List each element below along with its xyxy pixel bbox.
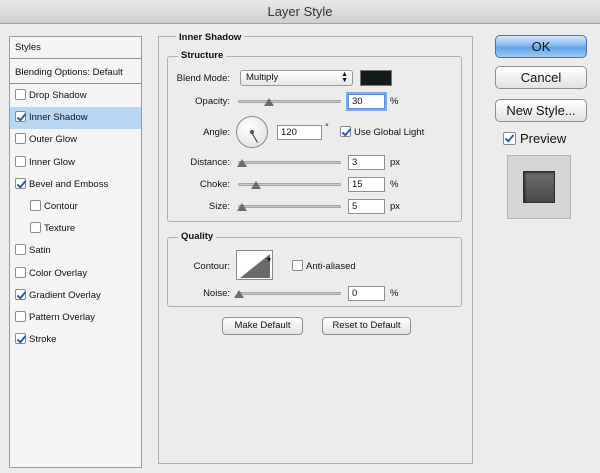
global-light-checkbox[interactable] [340, 126, 351, 137]
style-item-label: Texture [44, 223, 76, 235]
blend-mode-value: Multiply [246, 72, 279, 83]
style-checkbox[interactable] [30, 222, 41, 234]
size-unit: px [390, 201, 401, 212]
opacity-label: Opacity: [195, 96, 230, 107]
style-checkbox[interactable] [15, 311, 26, 322]
choke-label: Choke: [199, 179, 230, 190]
use-global-light[interactable]: Use Global Light [340, 126, 424, 138]
reset-to-default-button[interactable]: Reset to Default [322, 317, 411, 335]
style-checkbox[interactable] [15, 333, 26, 345]
contour-label: Contour: [193, 261, 230, 272]
style-item-outer-glow[interactable]: Outer Glow [10, 129, 141, 151]
style-item-label: Inner Shadow [29, 112, 88, 124]
styles-header[interactable]: Styles [10, 37, 141, 59]
noise-label: Noise: [203, 288, 230, 299]
style-checkbox[interactable] [15, 133, 26, 145]
angle-field[interactable]: 120 [277, 125, 322, 140]
style-item-satin[interactable]: Satin [10, 240, 141, 262]
style-item-inner-glow[interactable]: Inner Glow [10, 152, 141, 174]
style-item-label: Satin [29, 245, 51, 257]
style-item-label: Stroke [29, 334, 57, 346]
angle-unit: ° [325, 122, 329, 133]
style-checkbox[interactable] [15, 89, 26, 100]
style-item-pattern-overlay[interactable]: Pattern Overlay [10, 307, 141, 329]
style-checkbox[interactable] [15, 266, 26, 278]
anti-aliased[interactable]: Anti-aliased [292, 260, 356, 272]
ok-button[interactable]: OK [495, 35, 587, 58]
preview-label: Preview [520, 131, 567, 146]
blend-mode-select[interactable]: Multiply ▲ ▼ [240, 70, 353, 86]
style-item-label: Gradient Overlay [29, 289, 101, 301]
style-item-label: Drop Shadow [29, 90, 87, 101]
quality-title: Quality [178, 231, 217, 242]
global-light-label: Use Global Light [354, 127, 425, 138]
contour-dropdown-icon[interactable]: ▾ [267, 255, 271, 264]
styles-list: Styles Blending Options: Default Drop Sh… [9, 36, 142, 468]
style-item-inner-shadow[interactable]: Inner Shadow [10, 107, 141, 130]
make-default-button[interactable]: Make Default [222, 317, 303, 335]
style-item-label: Contour [44, 201, 78, 212]
style-checkbox[interactable] [15, 111, 26, 123]
style-item-stroke[interactable]: Stroke [10, 329, 141, 351]
opacity-field[interactable]: 30 [348, 94, 385, 109]
distance-field[interactable]: 3 [348, 155, 385, 170]
choke-slider-thumb[interactable] [251, 181, 261, 189]
style-checkbox[interactable] [15, 244, 26, 256]
anti-aliased-label: Anti-aliased [306, 261, 356, 272]
window-title: Layer Style [0, 0, 600, 24]
structure-title: Structure [178, 50, 227, 61]
style-item-contour[interactable]: Contour [10, 196, 141, 218]
style-checkbox[interactable] [15, 288, 26, 300]
distance-slider[interactable] [238, 161, 341, 164]
noise-unit: % [390, 288, 399, 299]
style-item-color-overlay[interactable]: Color Overlay [10, 263, 141, 285]
angle-dial-center [250, 130, 254, 134]
noise-slider-thumb[interactable] [234, 290, 244, 298]
choke-field[interactable]: 15 [348, 177, 385, 192]
shadow-color-swatch[interactable] [360, 70, 392, 86]
distance-unit: px [390, 157, 401, 168]
blending-options-item[interactable]: Blending Options: Default [10, 62, 141, 84]
style-item-label: Bevel and Emboss [29, 178, 109, 190]
style-item-label: Inner Glow [29, 156, 75, 168]
style-checkbox[interactable] [15, 155, 26, 167]
size-slider[interactable] [238, 205, 341, 208]
distance-slider-thumb[interactable] [237, 159, 247, 167]
angle-label: Angle: [203, 127, 230, 138]
style-item-bevel-and-emboss[interactable]: Bevel and Emboss [10, 174, 141, 196]
style-item-label: Outer Glow [29, 134, 78, 146]
style-item-texture[interactable]: Texture [10, 218, 141, 240]
size-field[interactable]: 5 [348, 199, 385, 214]
choke-unit: % [390, 179, 399, 190]
size-label: Size: [208, 201, 230, 212]
select-arrows-icon: ▲ ▼ [341, 71, 348, 84]
opacity-unit: % [390, 96, 399, 107]
distance-label: Distance: [190, 157, 230, 168]
noise-field[interactable]: 0 [348, 286, 385, 301]
noise-slider[interactable] [238, 292, 341, 295]
preview-swatch [523, 171, 555, 203]
preview-toggle[interactable]: Preview [503, 131, 566, 147]
style-checkbox[interactable] [30, 200, 41, 211]
size-slider-thumb[interactable] [237, 203, 247, 211]
style-item-drop-shadow[interactable]: Drop Shadow [10, 85, 141, 107]
panel-title: Inner Shadow [176, 32, 245, 43]
opacity-slider-thumb[interactable] [264, 98, 274, 106]
style-checkbox[interactable] [15, 177, 26, 189]
cancel-button[interactable]: Cancel [495, 66, 587, 89]
style-item-gradient-overlay[interactable]: Gradient Overlay [10, 285, 141, 307]
style-item-label: Pattern Overlay [29, 312, 95, 323]
angle-dial[interactable] [236, 116, 268, 148]
style-item-label: Color Overlay [29, 267, 88, 279]
anti-aliased-checkbox[interactable] [292, 260, 303, 271]
preview-box [507, 155, 571, 219]
opacity-slider[interactable] [238, 100, 341, 103]
preview-checkbox[interactable] [503, 132, 516, 145]
blend-mode-label: Blend Mode: [176, 73, 230, 84]
new-style-button[interactable]: New Style... [495, 99, 587, 122]
